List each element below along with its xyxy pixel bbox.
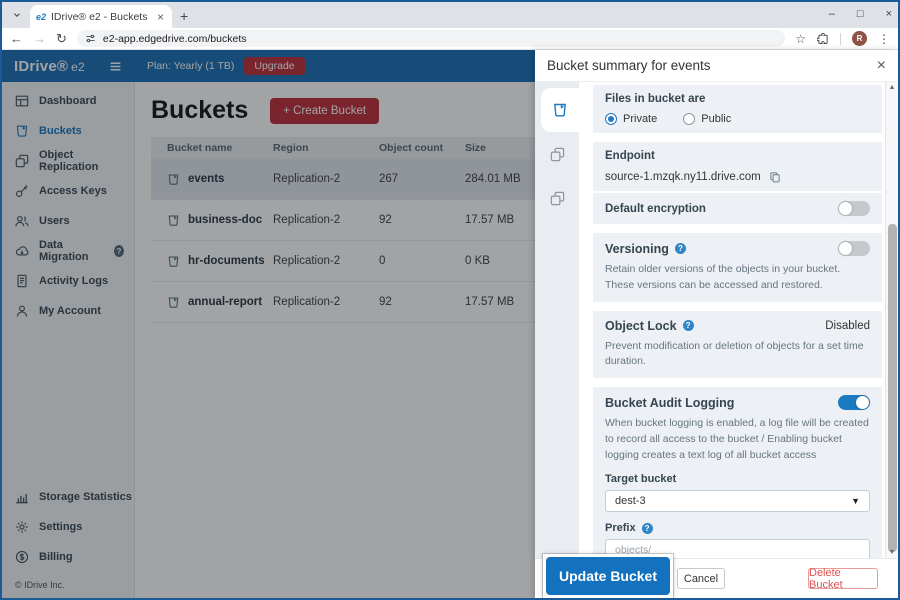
back-icon[interactable]: ← [10, 31, 23, 46]
panel-close-icon[interactable]: × [877, 57, 886, 75]
forward-icon[interactable]: → [33, 31, 46, 46]
radio-public[interactable]: Public [683, 113, 731, 125]
object-lock-help-icon[interactable]: ? [683, 320, 694, 331]
window-maximize-button[interactable]: □ [857, 8, 864, 20]
browser-menu-icon[interactable]: ⋮ [878, 32, 890, 46]
object-lock-description: Prevent modification or deletion of obje… [605, 339, 870, 371]
panel-title: Bucket summary for events [547, 58, 711, 73]
section-versioning: Versioning ? Retain older versions of th… [593, 233, 882, 302]
url-text: e2-app.edgedrive.com/buckets [103, 33, 247, 45]
window-minimize-button[interactable]: – [829, 8, 835, 20]
section-audit-logging: Bucket Audit Logging When bucket logging… [593, 387, 882, 558]
copy-icon[interactable] [769, 171, 781, 183]
versioning-description: Retain older versions of the objects in … [605, 262, 870, 294]
window-close-button[interactable]: × [886, 8, 892, 20]
modal-backdrop [2, 50, 535, 598]
prefix-help-icon[interactable]: ? [642, 523, 653, 534]
tab-replication[interactable] [535, 132, 579, 176]
tab-search-chevron-icon[interactable] [6, 4, 28, 26]
audit-logging-description: When bucket logging is enabled, a log fi… [605, 416, 870, 463]
section-default-encryption: Default encryption [593, 193, 882, 224]
files-in-bucket-label: Files in bucket are [605, 93, 870, 105]
browser-tab[interactable]: e2 IDrive® e2 - Buckets × [30, 5, 172, 28]
scroll-up-icon[interactable]: ▲ [886, 84, 898, 91]
extensions-icon[interactable] [817, 33, 829, 45]
update-bucket-button[interactable]: Update Bucket [546, 557, 670, 595]
radio-public-control[interactable] [683, 113, 695, 125]
browser-tabstrip: e2 IDrive® e2 - Buckets × + – □ × [2, 2, 898, 28]
panel-footer: Cancel Delete Bucket Update Bucket [535, 558, 898, 598]
versioning-help-icon[interactable]: ? [675, 243, 686, 254]
scrollbar-thumb[interactable] [888, 224, 897, 552]
delete-bucket-button[interactable]: Delete Bucket [808, 568, 878, 589]
object-lock-status: Disabled [825, 320, 870, 332]
panel-content: Files in bucket are Private Public Endpo… [579, 82, 898, 558]
app-background: IDrive®e2 Plan: Yearly (1 TB) Upgrade Da… [2, 50, 535, 598]
panel-tab-rail [535, 82, 579, 558]
radio-private[interactable]: Private [605, 113, 657, 125]
tab-title: IDrive® e2 - Buckets [51, 11, 150, 23]
object-lock-label: Object Lock [605, 319, 677, 333]
scroll-down-icon[interactable]: ▼ [886, 549, 898, 556]
bucket-summary-panel: Bucket summary for events × [535, 50, 898, 598]
versioning-label: Versioning [605, 242, 669, 256]
site-settings-icon[interactable] [85, 33, 96, 44]
browser-window: e2 IDrive® e2 - Buckets × + – □ × ← → ↻ … [0, 0, 900, 600]
chevron-down-icon: ▼ [851, 496, 860, 506]
section-object-lock: Object Lock ? Disabled Prevent modificat… [593, 311, 882, 379]
panel-scrollbar[interactable]: ▲ ▼ [885, 82, 898, 558]
update-bucket-callout: Update Bucket [543, 554, 673, 598]
endpoint-label: Endpoint [605, 150, 870, 162]
toolbar-divider [840, 33, 841, 45]
default-encryption-label: Default encryption [605, 203, 706, 215]
prefix-label: Prefix [605, 522, 636, 534]
tab-close-icon[interactable]: × [155, 10, 166, 24]
target-bucket-select[interactable]: dest-3 ▼ [605, 490, 870, 512]
browser-addressbar: ← → ↻ e2-app.edgedrive.com/buckets ☆ R ⋮ [2, 28, 898, 50]
new-tab-button[interactable]: + [180, 8, 188, 24]
target-bucket-value: dest-3 [615, 495, 646, 507]
profile-avatar[interactable]: R [852, 31, 867, 46]
cancel-button[interactable]: Cancel [677, 568, 725, 589]
section-endpoint: Endpoint source-1.mzqk.ny11.drive.com [593, 142, 882, 191]
audit-logging-label: Bucket Audit Logging [605, 396, 734, 410]
endpoint-value: source-1.mzqk.ny11.drive.com [605, 171, 761, 183]
section-file-access: Files in bucket are Private Public [593, 85, 882, 133]
tab-replication-rules[interactable] [535, 176, 579, 220]
radio-private-control[interactable] [605, 113, 617, 125]
target-bucket-label: Target bucket [605, 473, 870, 485]
versioning-toggle[interactable] [838, 241, 870, 256]
url-input[interactable]: e2-app.edgedrive.com/buckets [77, 30, 785, 47]
tab-bucket-settings[interactable] [541, 88, 579, 132]
bookmark-star-icon[interactable]: ☆ [795, 32, 806, 46]
reload-icon[interactable]: ↻ [56, 31, 67, 47]
audit-logging-toggle[interactable] [838, 395, 870, 410]
e2-favicon: e2 [36, 12, 46, 22]
default-encryption-toggle[interactable] [838, 201, 870, 216]
